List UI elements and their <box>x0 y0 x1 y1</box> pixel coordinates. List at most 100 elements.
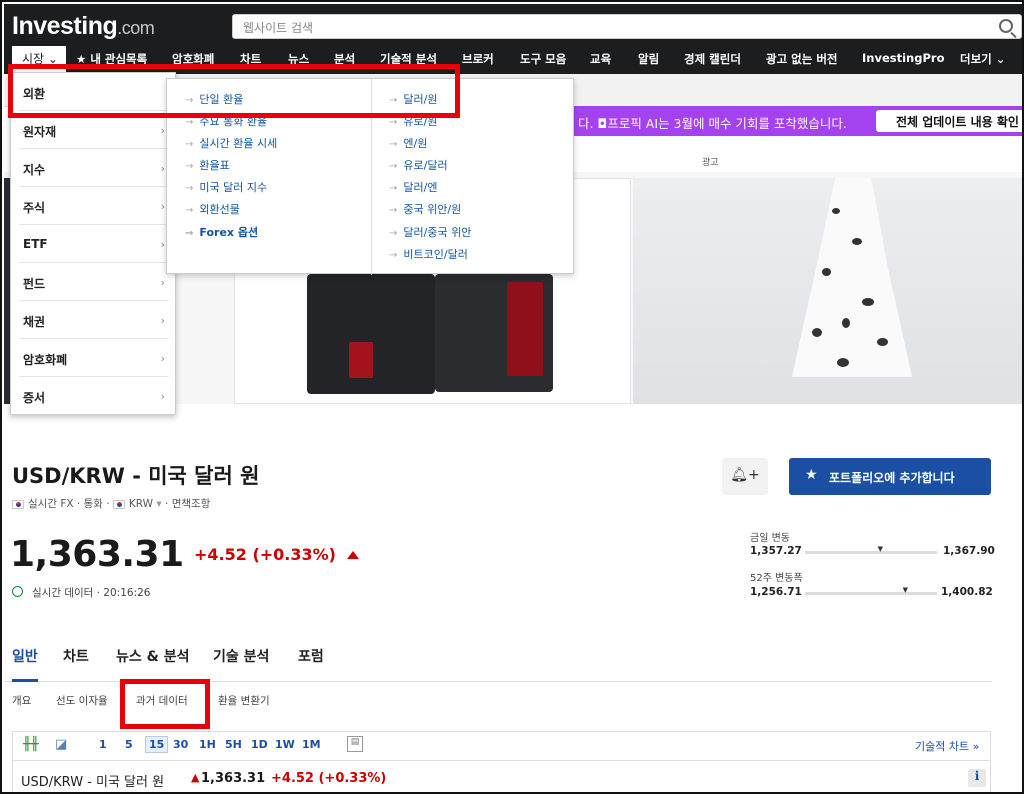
timeframe-button[interactable]: 1 <box>99 738 107 751</box>
korea-flag-icon <box>112 499 125 509</box>
submenu-link[interactable]: 엔/원 <box>389 135 427 151</box>
markets-dropdown: 외환 원자재 › 지수 › 주식 › ETF › 펀드 › 채권 › 암호화폐 › 증서 › <box>10 72 176 415</box>
timeframe-button[interactable]: 30 <box>173 738 188 751</box>
nav-item-tools[interactable]: 도구 모음 <box>520 51 566 67</box>
area-chart-icon[interactable]: ◪ <box>55 737 67 752</box>
chevron-right-icon: › <box>160 124 165 137</box>
price-change: +4.52 (+0.33%) <box>194 545 336 564</box>
menu-item-etf[interactable]: ETF › <box>19 225 169 263</box>
technical-chart-link[interactable]: 기술적 차트 » <box>915 738 979 754</box>
info-icon[interactable]: i <box>968 769 986 787</box>
promo-banner[interactable]: 다. ◘프로픽 AI는 3월에 매수 기회를 포착했습니다. 전체 업데이트 내… <box>570 106 1022 136</box>
submenu-link[interactable]: 환율표 <box>185 157 229 173</box>
submenu-link[interactable]: 실시간 환율 시세 <box>185 135 277 151</box>
timeframe-button[interactable]: 1W <box>275 738 295 751</box>
week52-range-bar: ▼ <box>805 586 937 595</box>
submenu-link[interactable]: 달러/중국 위안 <box>389 224 471 240</box>
currency-select[interactable]: KRW <box>129 498 153 510</box>
subtab-overview[interactable]: 개요 <box>12 693 31 708</box>
menu-item-stocks[interactable]: 주식 › <box>19 187 169 225</box>
chevron-down-icon: ▾ <box>156 498 162 510</box>
tab-forum[interactable]: 포럼 <box>298 646 324 666</box>
instrument-tabs: 일반 차트 뉴스 & 분석 기술 분석 포럼 <box>4 642 992 682</box>
nav-item-pro[interactable]: InvestingPro <box>862 51 944 65</box>
screen: Investing.com 웹사이트 검색 시장 ⌄ ★ 내 관심목록 암호화폐… <box>0 0 1024 794</box>
search-placeholder: 웹사이트 검색 <box>243 21 314 35</box>
highlight-box-forex <box>8 64 460 118</box>
day-range-high: 1,367.90 <box>943 545 995 557</box>
ticker-name: USD/KRW - 미국 달러 원 <box>21 775 165 790</box>
menu-item-bonds[interactable]: 채권 › <box>19 301 169 339</box>
tab-news-analysis[interactable]: 뉴스 & 분석 <box>116 646 189 666</box>
nav-item-adfree[interactable]: 광고 없는 버전 <box>766 51 838 67</box>
nav-item-brokers[interactable]: 브로커 <box>462 51 494 67</box>
chevron-right-icon: › <box>160 352 165 365</box>
menu-item-funds[interactable]: 펀드 › <box>19 263 169 301</box>
bell-plus-icon: 🔔︎+ <box>730 467 760 483</box>
add-to-portfolio-button[interactable]: ★ 포트폴리오에 추가합니다 <box>789 458 991 495</box>
timeframe-button-selected[interactable]: 15 <box>145 736 169 753</box>
day-range-label: 금일 변동 <box>750 533 790 544</box>
tab-chart[interactable]: 차트 <box>63 646 89 666</box>
day-range-bar: ▼ <box>805 545 937 554</box>
ad-label: 광고 <box>702 158 719 168</box>
timeframe-button[interactable]: 5H <box>225 738 242 751</box>
clock-icon <box>12 586 23 597</box>
chevron-right-icon: › <box>160 390 165 403</box>
range-marker: ▼ <box>877 545 883 553</box>
ticker-change: +4.52 (+0.33%) <box>271 771 387 786</box>
week52-range-high: 1,400.82 <box>941 586 993 598</box>
ticker-value: 1,363.31 <box>201 771 266 786</box>
search-icon[interactable] <box>999 19 1013 33</box>
disclaimer-link[interactable]: 면책조항 <box>172 498 211 510</box>
alert-bell-button[interactable]: 🔔︎+ <box>722 458 768 495</box>
submenu-link[interactable]: 중국 위안/원 <box>389 201 461 217</box>
tab-general[interactable]: 일반 <box>12 646 38 682</box>
promo-button[interactable]: 전체 업데이트 내용 확인 <box>876 110 1022 132</box>
menu-item-crypto[interactable]: 암호화폐 › <box>19 339 169 377</box>
candlestick-icon[interactable]: ╫╫ <box>23 737 39 752</box>
nav-item-education[interactable]: 교육 <box>590 51 611 67</box>
chevron-right-icon: › <box>160 162 165 175</box>
highlight-box-historical <box>120 679 210 729</box>
submenu-link[interactable]: 유로/달러 <box>389 157 447 173</box>
week52-range-low: 1,256.71 <box>750 586 802 598</box>
chevron-right-icon: › <box>160 200 165 213</box>
up-arrow-icon <box>347 551 359 559</box>
submenu-link[interactable]: 달러/엔 <box>389 179 437 195</box>
chart-toolbar: ╫╫ ◪ 1 5 15 30 1H 5H 1D 1W 1M ▤ 기술적 차트 » <box>12 731 991 761</box>
wallet-image <box>435 274 553 392</box>
nav-item-calendar[interactable]: 경제 캘린더 <box>684 51 741 67</box>
tab-technical[interactable]: 기술 분석 <box>213 646 269 666</box>
page-title: USD/KRW - 미국 달러 원 <box>12 464 260 488</box>
promo-text: 다. ◘프로픽 AI는 3월에 매수 기회를 포착했습니다. <box>578 116 847 131</box>
realtime-status: 실시간 데이터 · 20:16:26 <box>32 587 151 599</box>
menu-item-indices[interactable]: 지수 › <box>19 149 169 187</box>
ticker-row: USD/KRW - 미국 달러 원 ▲ 1,363.31 +4.52 (+0.3… <box>12 761 991 792</box>
day-range-low: 1,357.27 <box>750 545 802 557</box>
timeframe-button[interactable]: 1H <box>199 738 216 751</box>
current-price: 1,363.31 <box>10 534 184 575</box>
site-logo[interactable]: Investing.com <box>12 12 155 41</box>
wallet-image <box>307 274 435 394</box>
search-input[interactable]: 웹사이트 검색 <box>232 14 1022 39</box>
timeframe-button[interactable]: 1D <box>251 738 268 751</box>
submenu-link[interactable]: 외환선물 <box>185 201 239 217</box>
nav-item-alerts[interactable]: 알림 <box>638 51 659 67</box>
timeframe-button[interactable]: 1M <box>302 738 321 751</box>
subtab-converter[interactable]: 환율 변환기 <box>218 693 270 708</box>
nav-item-more[interactable]: 더보기 ⌄ <box>960 51 1005 67</box>
korea-flag-icon <box>12 499 24 509</box>
star-icon: ★ <box>805 467 818 483</box>
instrument-meta: 실시간 FX · 통화 · KRW ▾ · 면책조항 <box>12 496 210 511</box>
submenu-link[interactable]: 비트코인/달러 <box>389 246 467 262</box>
calendar-icon[interactable]: ▤ <box>347 736 363 752</box>
timeframe-button[interactable]: 5 <box>125 738 133 751</box>
chevron-right-icon: › <box>160 314 165 327</box>
submenu-link[interactable]: Forex 옵션 <box>185 224 258 240</box>
menu-item-certificates[interactable]: 증서 › <box>19 377 169 415</box>
submenu-link[interactable]: 미국 달러 지수 <box>185 179 267 195</box>
up-arrow-icon: ▲ <box>191 771 200 784</box>
chevron-down-icon: ⌄ <box>995 52 1006 66</box>
subtab-forward-rates[interactable]: 선도 이자율 <box>56 693 108 708</box>
